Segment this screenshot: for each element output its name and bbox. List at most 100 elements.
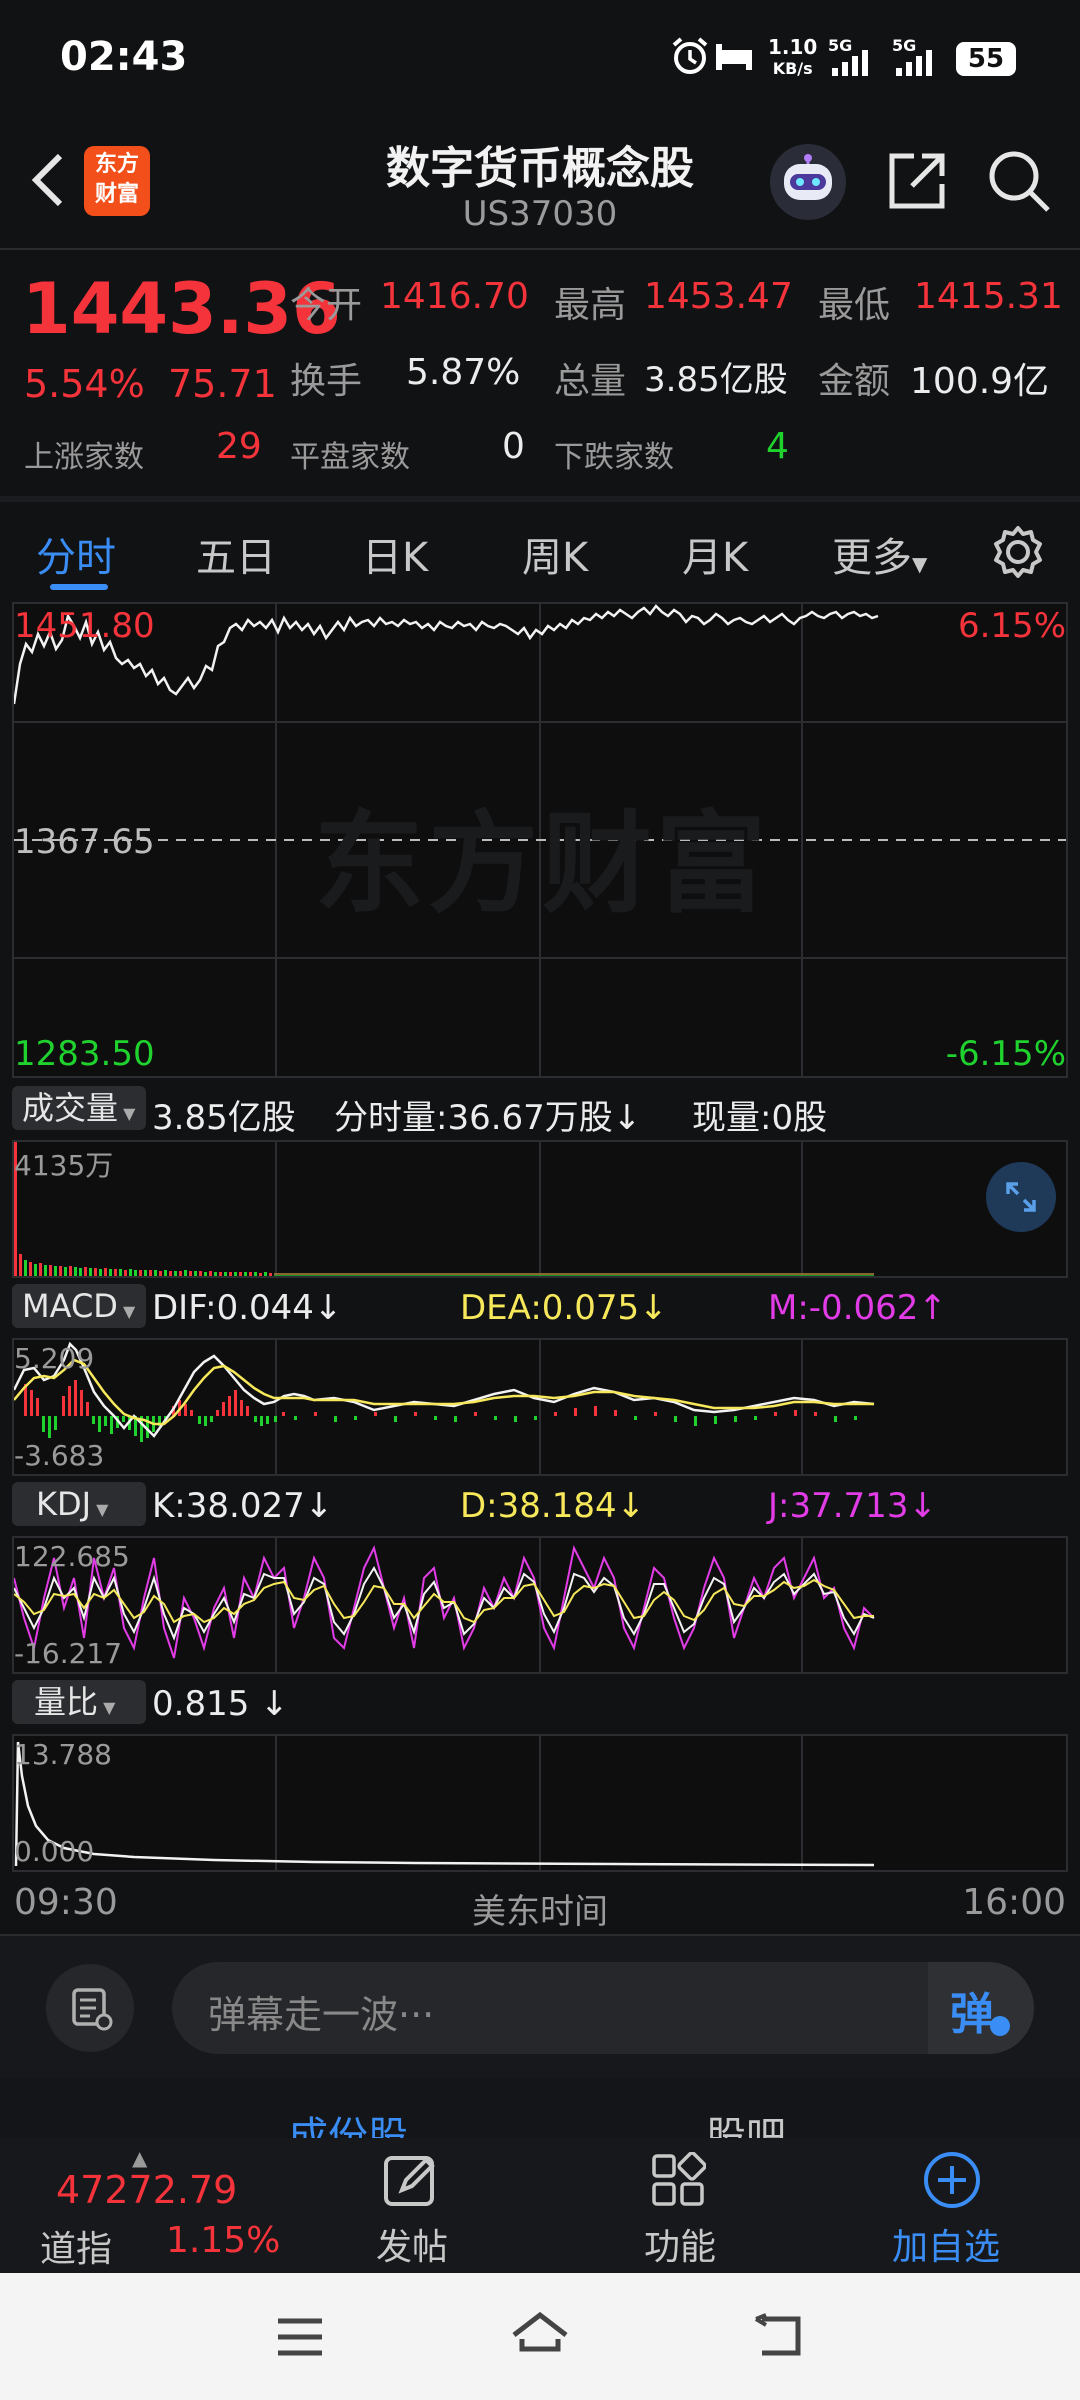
ratio-value-text: 0.815 — [152, 1684, 250, 1724]
kdj-d-value: D:38.184 — [460, 1486, 617, 1526]
caret-down-icon: ▼ — [117, 1302, 136, 1321]
kdj-indicator-selector[interactable]: KDJ ▼ — [12, 1482, 146, 1526]
tab-daily-k[interactable]: 日K — [362, 525, 428, 583]
down-arrow-icon: ↓ — [612, 1098, 642, 1138]
check-icon — [990, 2016, 1010, 2036]
search-icon[interactable] — [986, 148, 1052, 218]
low-label: 最低 — [818, 285, 891, 326]
open-value: 1416.70 — [380, 276, 529, 317]
tab-more[interactable]: 更多▼ — [832, 525, 927, 583]
macd-m-value: M:-0.062 — [768, 1288, 919, 1328]
volume-value: 3.85亿股 — [644, 360, 788, 400]
macd-dif: DIF:0.044↓ — [152, 1288, 342, 1328]
status-time: 02:43 — [60, 34, 188, 80]
high-value: 1453.47 — [644, 276, 793, 317]
volume-total: 3.85亿股 — [152, 1098, 296, 1138]
signal-icon-2: 5G — [892, 36, 932, 76]
back-nav-icon[interactable] — [752, 2313, 804, 2359]
expand-icon[interactable] — [986, 1162, 1056, 1232]
macd-axis-top: 5.209 — [14, 1342, 95, 1375]
tab-forum[interactable]: 股吧 — [706, 2104, 786, 2138]
down-count: 4 — [766, 426, 789, 467]
macd-dea-value: DEA:0.075 — [460, 1288, 640, 1328]
comment-input[interactable]: 弹幕走一波··· 弹 — [172, 1962, 1034, 2054]
down-arrow-icon: ↓ — [616, 1486, 646, 1526]
ratio-indicator-selector[interactable]: 量比 ▼ — [12, 1680, 146, 1724]
down-arrow-icon: ↓ — [304, 1486, 334, 1526]
volume-chart[interactable]: 4135万 — [12, 1140, 1068, 1278]
assistant-robot-icon[interactable] — [770, 144, 846, 220]
turnover-label: 换手 — [290, 361, 363, 402]
section-divider — [0, 496, 1080, 502]
price-axis-mid: 1367.65 — [14, 822, 155, 862]
volume-tick: 分时量:36.67万股↓ — [334, 1090, 641, 1139]
tab-intraday[interactable]: 分时 — [36, 525, 116, 583]
down-arrow-icon: ↓ — [260, 1684, 289, 1724]
amount-label: 金额 — [818, 361, 891, 402]
tab-weekly-k[interactable]: 周K — [522, 525, 588, 583]
volume-indicator-selector[interactable]: 成交量 ▼ — [12, 1086, 146, 1130]
macd-dif-value: DIF:0.044 — [152, 1288, 314, 1328]
tab-more-label: 更多 — [832, 535, 912, 581]
macd-chart[interactable]: 5.209 -3.683 — [12, 1338, 1068, 1476]
kdj-d: D:38.184↓ — [460, 1486, 645, 1526]
change-value: 75.71 — [168, 362, 277, 406]
volume-label: 总量 — [554, 361, 627, 402]
intraday-price-chart[interactable]: 东方财富 1451.80 6.15% 1367.65 1283.50 -6.15… — [12, 602, 1068, 1078]
top-bar: 东方财富 数字货币概念股 US37030 — [0, 118, 1080, 248]
change-pct: 5.54% — [24, 362, 145, 406]
volume-selector-label: 成交量 — [22, 1089, 119, 1127]
danmu-toggle-label: 弹 — [950, 1989, 994, 2040]
high-label: 最高 — [554, 285, 627, 326]
volume-ratio-chart[interactable]: 13.788 0.000 — [12, 1734, 1068, 1872]
macd-indicator-selector[interactable]: MACD ▼ — [12, 1284, 146, 1328]
nav-functions[interactable]: 功能 — [610, 2138, 750, 2273]
up-count: 29 — [216, 426, 262, 467]
nav-functions-label: 功能 — [644, 2227, 717, 2268]
open-label: 今开 — [290, 285, 363, 326]
kdj-axis-bottom: -16.217 — [14, 1637, 123, 1670]
kdj-k-value: K:38.027 — [152, 1486, 305, 1526]
macd-dea: DEA:0.075↓ — [460, 1288, 668, 1328]
up-count-label: 上涨家数 — [24, 440, 144, 475]
index-pct: 1.15% — [166, 2220, 281, 2261]
index-ticker[interactable]: 47272.79 道指 1.15% — [0, 2138, 300, 2273]
danmu-toggle-button[interactable]: 弹 — [928, 1962, 1034, 2054]
nav-post-label: 发帖 — [376, 2227, 449, 2268]
kdj-k: K:38.027↓ — [152, 1486, 333, 1526]
edit-icon — [384, 2156, 435, 2206]
volume-max-label: 4135万 — [14, 1149, 114, 1182]
settings-gear-icon[interactable] — [990, 524, 1046, 584]
price-axis-high: 1451.80 — [14, 606, 155, 646]
volume-tick-value: 分时量:36.67万股 — [334, 1098, 613, 1138]
pct-axis-high: 6.15% — [957, 606, 1066, 646]
kdj-j-value: J:37.713 — [768, 1486, 909, 1526]
tab-monthly-k[interactable]: 月K — [682, 525, 748, 583]
barrage-settings-icon[interactable] — [46, 1964, 134, 2052]
nav-add-watchlist[interactable]: 加自选 — [876, 2138, 1036, 2273]
battery-icon: 55 — [956, 42, 1016, 76]
amount-value: 100.9亿 — [910, 361, 1050, 402]
kdj-chart[interactable]: 122.685 -16.217 — [12, 1536, 1068, 1674]
kdj-selector-label: KDJ — [36, 1485, 92, 1523]
macd-m: M:-0.062↑ — [768, 1288, 947, 1328]
nav-post[interactable]: 发帖 — [340, 2138, 480, 2273]
menu-icon[interactable] — [276, 2317, 324, 2357]
home-icon[interactable] — [510, 2311, 570, 2361]
down-count-label: 下跌家数 — [554, 440, 674, 475]
up-arrow-icon: ↑ — [918, 1288, 947, 1328]
battery-level: 55 — [967, 44, 1005, 74]
turnover-value: 5.87% — [406, 352, 521, 393]
status-bar: 02:43 1.10 KB/s 5G 5G 55 — [0, 0, 1080, 118]
pct-axis-low: -6.15% — [945, 1034, 1066, 1074]
tab-active-indicator — [50, 584, 108, 590]
alarm-icon — [670, 36, 710, 80]
tab-five-day[interactable]: 五日 — [196, 525, 276, 583]
ratio-axis-top: 13.788 — [14, 1738, 112, 1771]
system-nav-bar — [0, 2273, 1080, 2400]
share-icon[interactable] — [884, 148, 950, 218]
tab-constituents[interactable]: 成份股 — [288, 2104, 408, 2138]
watermark-logo: 东方财富 — [314, 800, 770, 928]
ratio-axis-bottom: 0.000 — [14, 1835, 95, 1868]
section-tabs: 成份股 股吧 — [0, 2078, 1080, 2138]
